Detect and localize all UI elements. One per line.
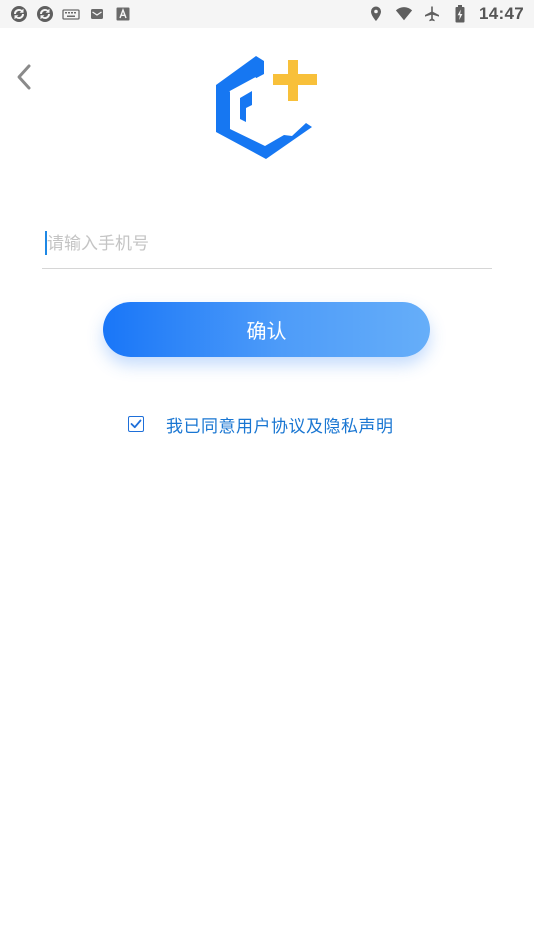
agreement-checkbox[interactable] — [128, 416, 144, 432]
app-logo — [212, 54, 322, 164]
chevron-left-icon — [17, 64, 31, 90]
keyboard-icon — [62, 5, 80, 23]
confirm-button[interactable]: 确认 — [103, 302, 430, 357]
agreement-link[interactable]: 我已同意用户协议及隐私声明 — [166, 412, 394, 437]
agreement-row: 我已同意用户协议及隐私声明 — [128, 412, 394, 437]
phone-input[interactable] — [42, 222, 487, 266]
phone-field[interactable] — [42, 222, 492, 269]
location-icon — [367, 5, 385, 23]
confirm-button-label: 确认 — [246, 319, 287, 343]
mail-icon — [88, 5, 106, 23]
battery-charging-icon — [451, 5, 469, 23]
status-left-icons — [10, 4, 132, 24]
check-icon — [130, 419, 142, 429]
airplane-mode-icon — [423, 5, 441, 23]
back-button[interactable] — [10, 60, 38, 94]
font-icon — [114, 5, 132, 23]
wifi-icon — [395, 5, 413, 23]
status-time: 14:47 — [479, 4, 524, 23]
status-right-icons: 14:47 — [367, 4, 524, 24]
sync-icon — [36, 5, 54, 23]
text-caret — [45, 231, 47, 255]
status-bar: 14:47 — [0, 0, 534, 28]
app-logo-icon — [216, 56, 317, 159]
sync-icon — [10, 5, 28, 23]
login-screen: 14:47 确认 我已 — [0, 0, 534, 950]
